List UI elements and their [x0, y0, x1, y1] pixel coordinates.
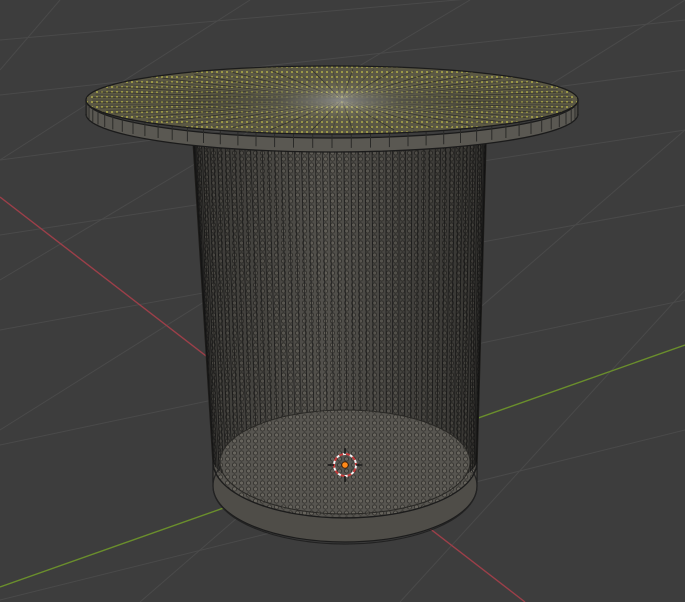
grid-line — [0, 0, 463, 41]
origin-point-icon — [341, 461, 349, 469]
grid-line — [0, 0, 61, 71]
3d-viewport[interactable] — [0, 0, 685, 602]
cylinder-mesh[interactable] — [85, 65, 579, 545]
lid-highlight — [190, 77, 490, 129]
